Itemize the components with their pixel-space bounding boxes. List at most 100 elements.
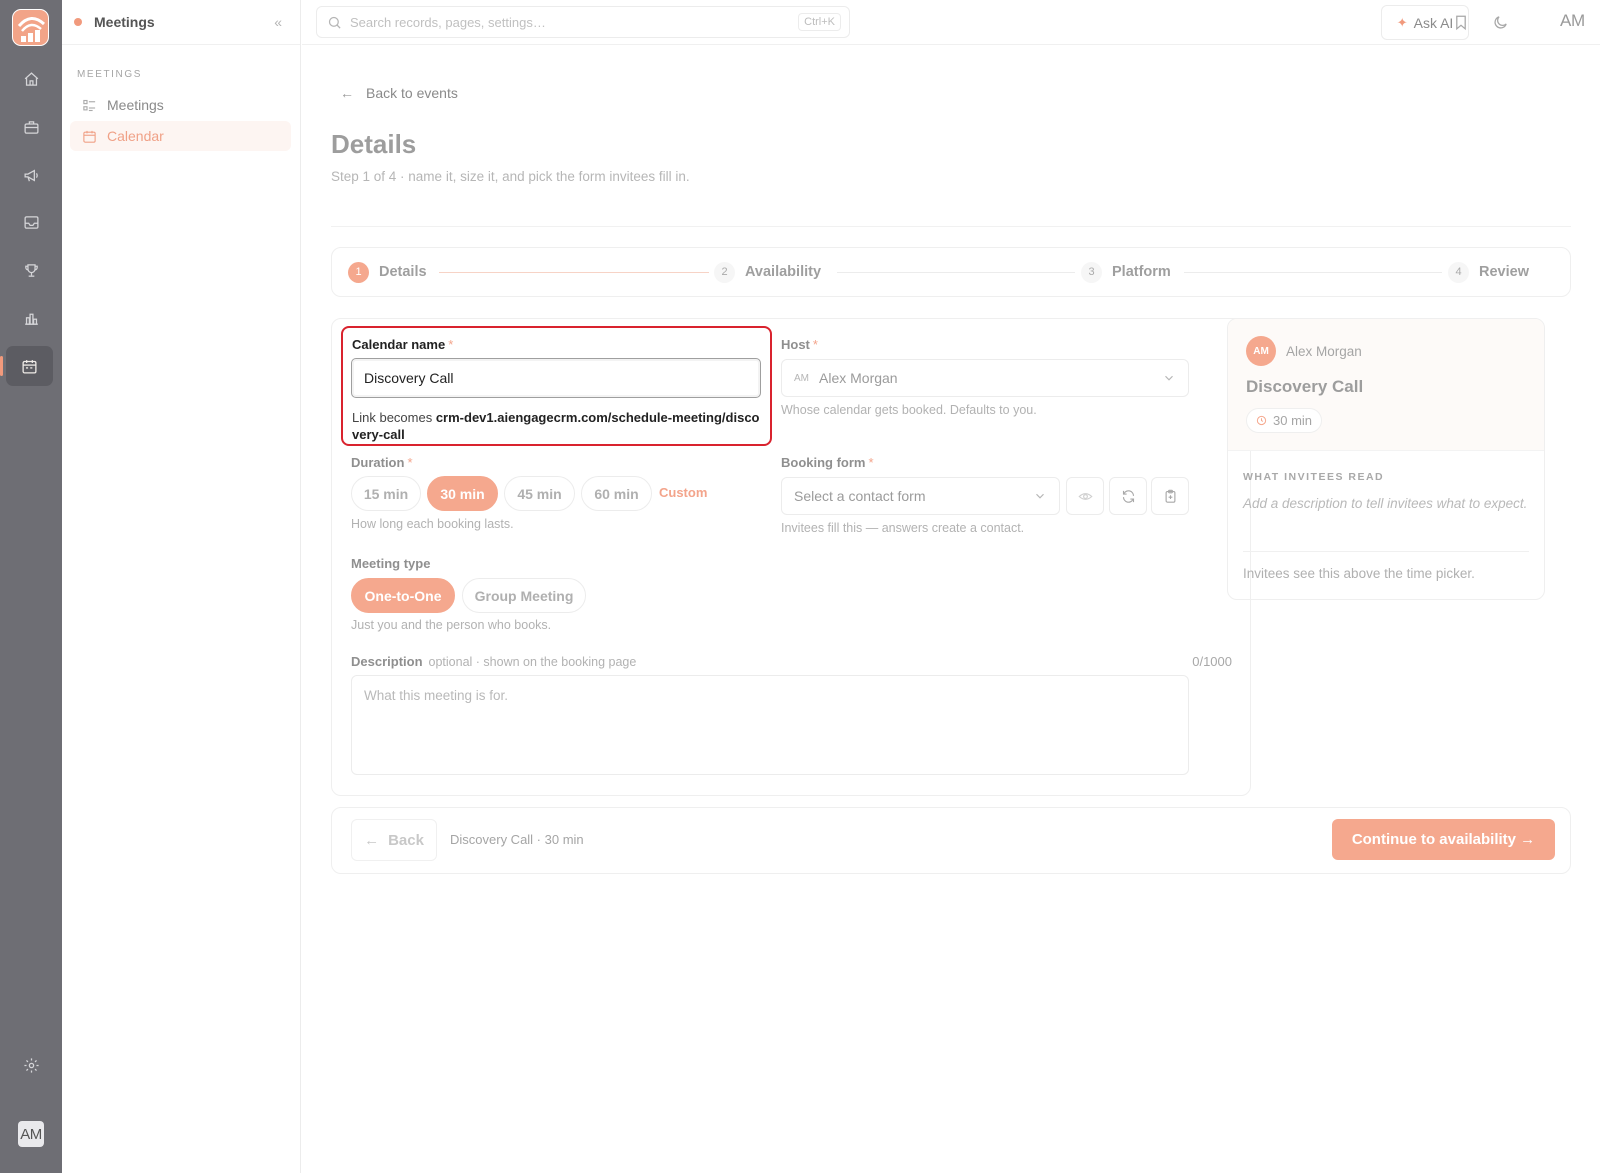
step-details[interactable]: 1 Details <box>348 248 427 296</box>
host-help: Whose calendar gets booked. Defaults to … <box>781 403 1037 417</box>
preview-description: Add a description to tell invitees what … <box>1243 496 1528 511</box>
collapse-sidebar-icon[interactable]: « <box>274 14 282 30</box>
sidebar-header: Meetings <box>62 0 300 45</box>
rail-settings[interactable] <box>0 1045 62 1085</box>
sidebar-item-calendar[interactable]: Calendar <box>70 121 291 151</box>
add-form-button[interactable] <box>1151 477 1189 515</box>
rail-home[interactable] <box>0 59 62 99</box>
preview-title: Discovery Call <box>1246 377 1364 396</box>
inbox-icon <box>23 215 39 229</box>
host-select[interactable]: AM Alex Morgan <box>781 359 1189 397</box>
user-menu[interactable]: AM <box>1560 11 1585 31</box>
wizard-stepper: 1 Details 2 Availability 3 Platform 4 Re… <box>331 247 1571 297</box>
sidebar-item-label: Calendar <box>107 128 164 144</box>
host-initials: AM <box>794 372 809 384</box>
duration-option-60[interactable]: 60 min <box>581 476 652 511</box>
rail-deals[interactable] <box>0 107 62 147</box>
booking-form-help: Invitees fill this — answers create a co… <box>781 521 1025 535</box>
sidebar-item-meetings[interactable]: Meetings <box>70 90 291 120</box>
step-label: Details <box>379 264 427 280</box>
step-number: 4 <box>1448 261 1469 283</box>
moon-icon <box>1493 15 1507 29</box>
global-search[interactable]: Search records, pages, settings… Ctrl+K <box>316 6 850 38</box>
booking-preview-card: AM Alex Morgan Discovery Call 30 min WHA… <box>1227 318 1545 600</box>
meeting-type-one-to-one[interactable]: One-to-One <box>351 578 455 613</box>
back-button[interactable]: ← Back <box>351 819 437 861</box>
sidebar-title: Meetings <box>94 14 155 30</box>
step-platform[interactable]: 3 Platform <box>1081 248 1171 296</box>
back-button-label: Back <box>388 831 424 849</box>
eye-icon <box>1077 492 1093 500</box>
bar-chart-icon <box>24 313 38 325</box>
megaphone-icon <box>23 168 38 182</box>
sparkle-icon: ✦ <box>1396 14 1408 30</box>
bookmark-button[interactable] <box>1451 12 1471 32</box>
details-form-card: Calendar name * Discovery Call Link becom… <box>331 318 1251 796</box>
calendar-link-preview: Link becomes crm-dev1.aiengagecrm.com/sc… <box>352 410 760 442</box>
page-title: Details <box>331 129 417 159</box>
preview-section-label: WHAT INVITEES READ <box>1243 471 1385 483</box>
wizard-footer: ← Back Discovery Call · 30 min Continue … <box>331 807 1571 874</box>
briefcase-icon <box>23 120 39 134</box>
main-content: ← Back to events Details Step 1 of 4 · n… <box>302 45 1600 1173</box>
status-dot <box>74 18 82 26</box>
clock-icon <box>1256 415 1267 426</box>
search-input[interactable]: Search records, pages, settings… <box>350 15 546 30</box>
preview-avatar: AM <box>1246 336 1276 366</box>
step-connector <box>1184 272 1442 273</box>
duration-option-15[interactable]: 15 min <box>351 476 421 511</box>
step-review[interactable]: 4 Review <box>1448 248 1529 296</box>
rail-reports[interactable] <box>0 298 62 338</box>
trophy-icon <box>24 263 38 277</box>
sidebar-section-label: MEETINGS <box>77 69 143 80</box>
calendar-icon <box>22 359 37 374</box>
refresh-icon <box>1122 489 1134 503</box>
step-number: 3 <box>1081 261 1102 283</box>
meeting-type-group[interactable]: Group Meeting <box>462 578 586 613</box>
search-shortcut: Ctrl+K <box>798 13 841 31</box>
app-rail: AM <box>0 0 62 1173</box>
continue-to-availability-button[interactable]: Continue to availability → <box>1332 819 1555 860</box>
description-counter: 0/1000 <box>1192 654 1232 669</box>
back-to-events-link[interactable]: ← Back to events <box>340 85 458 101</box>
duration-custom-link[interactable]: Custom <box>659 485 707 500</box>
chevron-down-icon <box>1165 375 1173 381</box>
user-avatar[interactable]: AM <box>18 1121 44 1147</box>
chevron-down-icon <box>1036 493 1044 499</box>
description-textarea[interactable]: What this meeting is for. <box>351 675 1189 775</box>
rail-goals[interactable] <box>0 250 62 290</box>
footer-summary: Discovery Call · 30 min <box>450 832 584 847</box>
search-icon <box>328 16 341 29</box>
calendar-name-field-highlight: Calendar name * Discovery Call Link becom… <box>341 326 772 446</box>
ask-ai-label: Ask AI <box>1413 14 1454 31</box>
meeting-type-help: Just you and the person who books. <box>351 618 552 632</box>
page-subtitle: Step 1 of 4 · name it, size it, and pick… <box>331 169 690 184</box>
preview-duration-badge: 30 min <box>1246 408 1323 433</box>
step-availability[interactable]: 2 Availability <box>714 248 821 296</box>
arrow-left-icon: ← <box>364 831 380 849</box>
topbar: Search records, pages, settings… Ctrl+K … <box>302 0 1600 45</box>
booking-form-select[interactable]: Select a contact form <box>781 477 1060 515</box>
step-connector <box>439 272 709 273</box>
theme-toggle-button[interactable] <box>1490 12 1510 32</box>
preview-form-button[interactable] <box>1066 477 1104 515</box>
divider <box>1243 551 1529 552</box>
meeting-type-label: Meeting type <box>351 556 431 571</box>
duration-option-30[interactable]: 30 min <box>427 476 498 511</box>
preview-host: Alex Morgan <box>1286 344 1362 359</box>
calendar-name-label: Calendar name * <box>352 337 454 352</box>
refresh-forms-button[interactable] <box>1109 477 1147 515</box>
preview-footer-note: Invitees see this above the time picker. <box>1243 566 1475 581</box>
step-number: 1 <box>348 261 369 283</box>
booking-form-label: Booking form * <box>781 455 874 470</box>
step-number: 2 <box>714 261 735 283</box>
rail-campaigns[interactable] <box>0 155 62 195</box>
calendar-name-input[interactable]: Discovery Call <box>351 358 761 398</box>
rail-calendar[interactable] <box>0 346 53 386</box>
step-label: Platform <box>1112 264 1171 280</box>
duration-option-45[interactable]: 45 min <box>504 476 575 511</box>
rail-inbox[interactable] <box>0 202 62 242</box>
description-label: Description optional · shown on the booki… <box>351 654 637 669</box>
duration-label: Duration * <box>351 455 413 470</box>
app-logo[interactable] <box>12 9 49 46</box>
